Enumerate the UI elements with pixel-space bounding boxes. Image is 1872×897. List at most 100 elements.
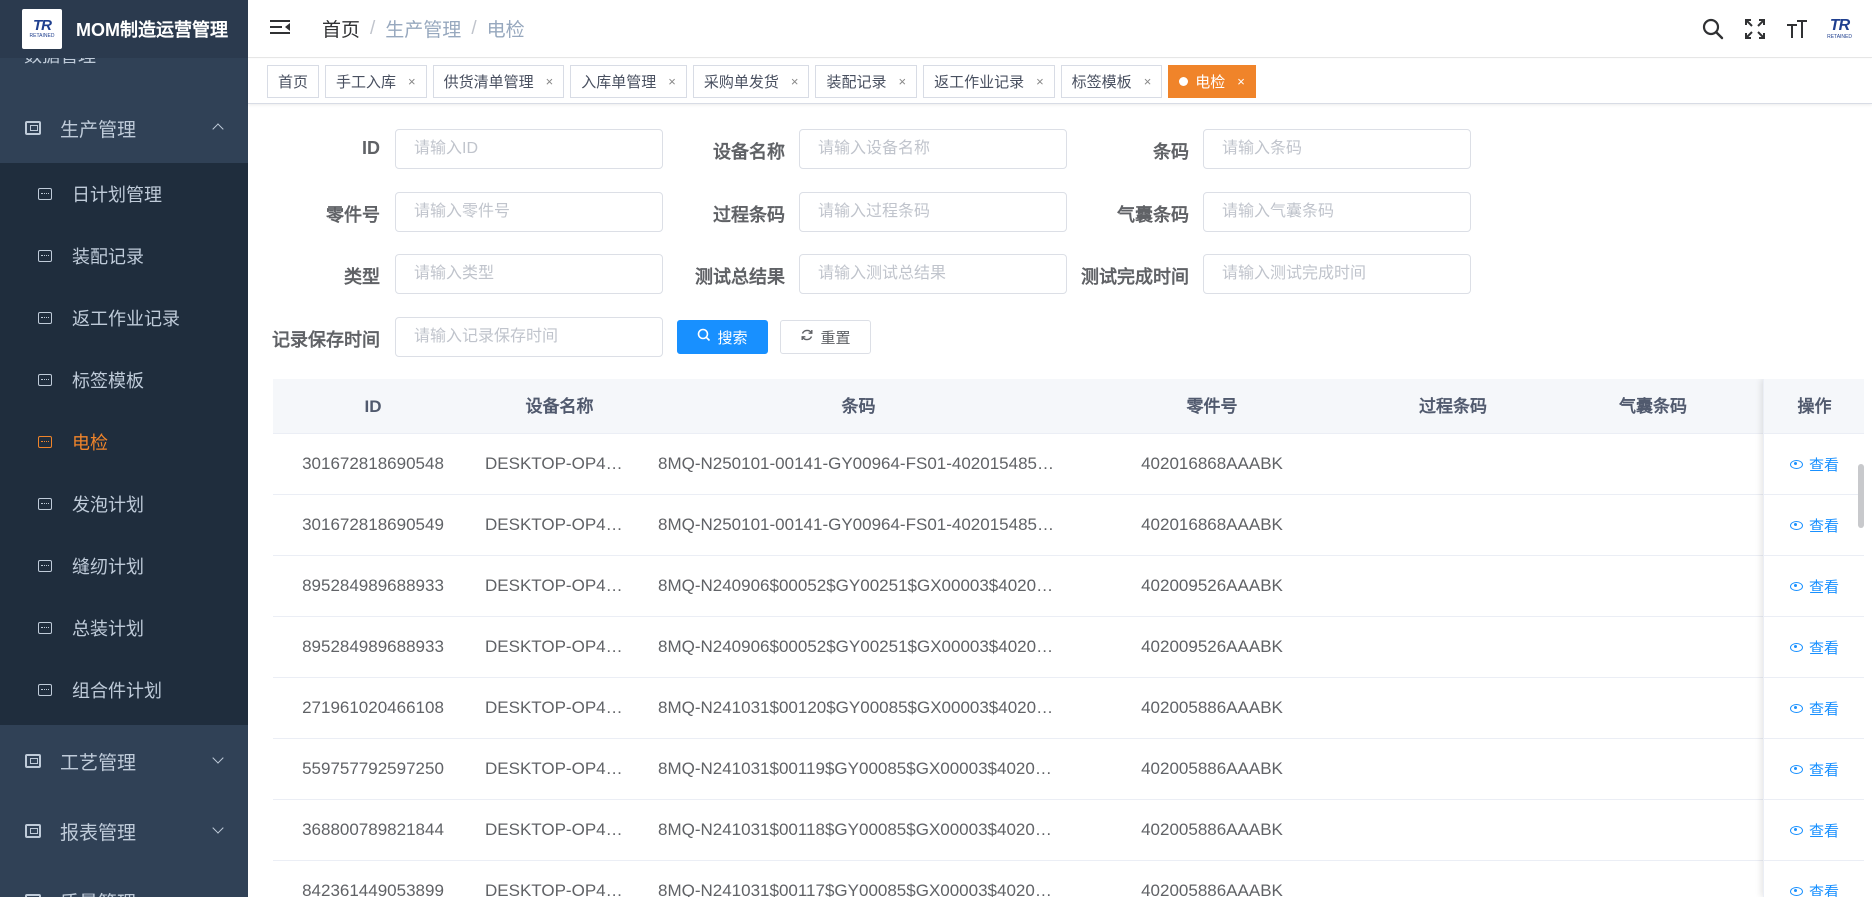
tag-assembly-record[interactable]: 装配记录 × — [815, 64, 918, 98]
close-icon[interactable]: × — [668, 74, 676, 89]
tags-view: 首页 手工入库 × 供货清单管理 × 入库单管理 × 采购单发货 × 装配记录 … — [248, 59, 1872, 104]
close-icon[interactable]: × — [546, 74, 554, 89]
report-icon — [25, 824, 41, 838]
close-icon[interactable]: × — [408, 74, 416, 89]
tag-supply-list[interactable]: 供货清单管理 × — [432, 64, 565, 98]
view-button[interactable]: 查看 — [1764, 800, 1864, 861]
tag-inbound-order[interactable]: 入库单管理 × — [570, 64, 687, 98]
cell-device-name: DESKTOP-OP4GK61 — [485, 698, 634, 717]
search-icon[interactable] — [1701, 17, 1725, 41]
active-dot-icon — [1179, 76, 1189, 86]
cell-airbag-barcode — [1565, 739, 1741, 799]
brand-logo: TR RETAINED — [1827, 16, 1852, 40]
cell-part-number: 402005886AAABK — [1141, 759, 1283, 778]
cell-barcode: 8MQ-N250101-00141-GY00964-FS01-402015485… — [658, 454, 1059, 473]
label-type: 类型 — [344, 267, 380, 287]
close-icon[interactable]: × — [898, 74, 906, 89]
tag-label-template[interactable]: 标签模板 × — [1060, 64, 1163, 98]
sidebar-group-report[interactable]: 报表管理 — [0, 797, 248, 865]
sidebar-item-label-template[interactable]: 标签模板 — [0, 349, 248, 411]
cell-device-name: DESKTOP-OP4GK61 — [485, 881, 634, 897]
tag-home[interactable]: 首页 — [267, 64, 320, 98]
sidebar-item-rework-record[interactable]: 返工作业记录 — [0, 287, 248, 349]
table-row: 895284989688933 DESKTOP-OP4GK61 8MQ-N24090… — [273, 556, 1864, 617]
close-icon[interactable]: × — [791, 74, 799, 89]
view-button[interactable]: 查看 — [1764, 739, 1864, 800]
view-button[interactable]: 查看 — [1764, 617, 1864, 678]
app-logo: TR RETAINED — [22, 9, 62, 49]
view-button[interactable]: 查看 — [1764, 861, 1864, 897]
calendar-icon — [38, 374, 52, 386]
close-icon[interactable]: × — [1036, 74, 1044, 89]
table-header: ID 设备名称 条码 零件号 过程条码 气囊条码 — [273, 379, 1864, 434]
table-row: 271961020466108 DESKTOP-OP4GK61 8MQ-N24103… — [273, 678, 1864, 739]
cell-id: 895284989688933 — [302, 637, 444, 656]
part-number-input[interactable] — [395, 192, 663, 232]
cell-process-barcode — [1365, 739, 1541, 799]
barcode-input[interactable] — [1203, 129, 1471, 169]
cell-device-name: DESKTOP-OP4GK61 — [485, 759, 634, 778]
view-button[interactable]: 查看 — [1764, 434, 1864, 495]
cell-device-name: DESKTOP-OP4GK61 — [485, 454, 634, 473]
chevron-down-icon — [212, 752, 224, 764]
hamburger-icon[interactable] — [270, 19, 292, 38]
fullscreen-icon[interactable] — [1743, 17, 1767, 41]
tag-rework-record[interactable]: 返工作业记录 × — [923, 64, 1055, 98]
sidebar-item-daily-plan[interactable]: 日计划管理 — [0, 163, 248, 225]
sidebar-item-final-assembly-plan[interactable]: 总装计划 — [0, 597, 248, 659]
sidebar-item-foaming-plan[interactable]: 发泡计划 — [0, 473, 248, 535]
column-header-id: ID — [364, 397, 382, 416]
sidebar-group-production[interactable]: 生产管理 — [0, 94, 248, 162]
production-icon — [25, 121, 41, 135]
view-button[interactable]: 查看 — [1764, 495, 1864, 556]
table-row: 559757792597250 DESKTOP-OP4GK61 8MQ-N24103… — [273, 739, 1864, 800]
close-icon[interactable]: × — [1237, 74, 1245, 89]
sidebar-item-assembly-record[interactable]: 装配记录 — [0, 225, 248, 287]
view-button[interactable]: 查看 — [1764, 556, 1864, 617]
sidebar: 数据管理 TR RETAINED MOM制造运营管理 生产管理 日计划管理 装配… — [0, 0, 248, 897]
cell-id: 559757792597250 — [302, 759, 444, 778]
device-name-input[interactable] — [799, 129, 1067, 169]
test-result-input[interactable] — [799, 254, 1067, 294]
airbag-barcode-input[interactable] — [1203, 192, 1471, 232]
sidebar-group-process[interactable]: 工艺管理 — [0, 727, 248, 795]
record-save-time-input[interactable] — [395, 317, 663, 357]
search-icon — [697, 328, 711, 346]
view-button[interactable]: 查看 — [1764, 678, 1864, 739]
type-input[interactable] — [395, 254, 663, 294]
eye-icon — [1789, 703, 1803, 713]
cell-id: 271961020466108 — [302, 698, 444, 717]
sidebar-item-label: 发泡计划 — [72, 495, 144, 515]
cell-part-number: 402009526AAABK — [1141, 637, 1283, 656]
cell-airbag-barcode — [1565, 678, 1741, 738]
sidebar-group-quality[interactable]: 质量管理 — [0, 867, 248, 897]
refresh-icon — [800, 328, 814, 346]
eye-icon — [1789, 642, 1803, 652]
vertical-scrollbar[interactable] — [1858, 464, 1864, 528]
cell-barcode: 8MQ-N241031$00119$GY00085$GX00003$40200… — [658, 759, 1059, 778]
sidebar-item-electrical-test[interactable]: 电检 — [0, 411, 248, 473]
search-button[interactable]: 搜索 — [677, 320, 768, 354]
calendar-icon — [38, 312, 52, 324]
cell-process-barcode — [1365, 556, 1541, 616]
tag-purchase-delivery[interactable]: 采购单发货 × — [692, 64, 810, 98]
cell-part-number: 402005886AAABK — [1141, 698, 1283, 717]
close-icon[interactable]: × — [1144, 74, 1152, 89]
id-input[interactable] — [395, 129, 663, 169]
tag-manual-inbound[interactable]: 手工入库 × — [325, 64, 427, 98]
label-test-result: 测试总结果 — [695, 267, 785, 287]
reset-button[interactable]: 重置 — [780, 320, 871, 354]
test-finish-time-input[interactable] — [1203, 254, 1471, 294]
app-title: MOM制造运营管理 — [76, 20, 228, 40]
table-row: 301672818690548 DESKTOP-OP4GK61 8MQ-N25010… — [273, 434, 1864, 495]
sidebar-item-component-plan[interactable]: 组合件计划 — [0, 659, 248, 721]
calendar-icon — [38, 250, 52, 262]
eye-icon — [1789, 581, 1803, 591]
tag-electrical-test[interactable]: 电检 × — [1168, 64, 1256, 98]
font-size-icon[interactable] — [1785, 17, 1809, 41]
sidebar-item-sewing-plan[interactable]: 缝纫计划 — [0, 535, 248, 597]
cell-part-number: 402005886AAABK — [1141, 820, 1283, 839]
process-barcode-input[interactable] — [799, 192, 1067, 232]
label-airbag-barcode: 气囊条码 — [1117, 205, 1189, 225]
breadcrumb-home[interactable]: 首页 — [322, 15, 360, 42]
